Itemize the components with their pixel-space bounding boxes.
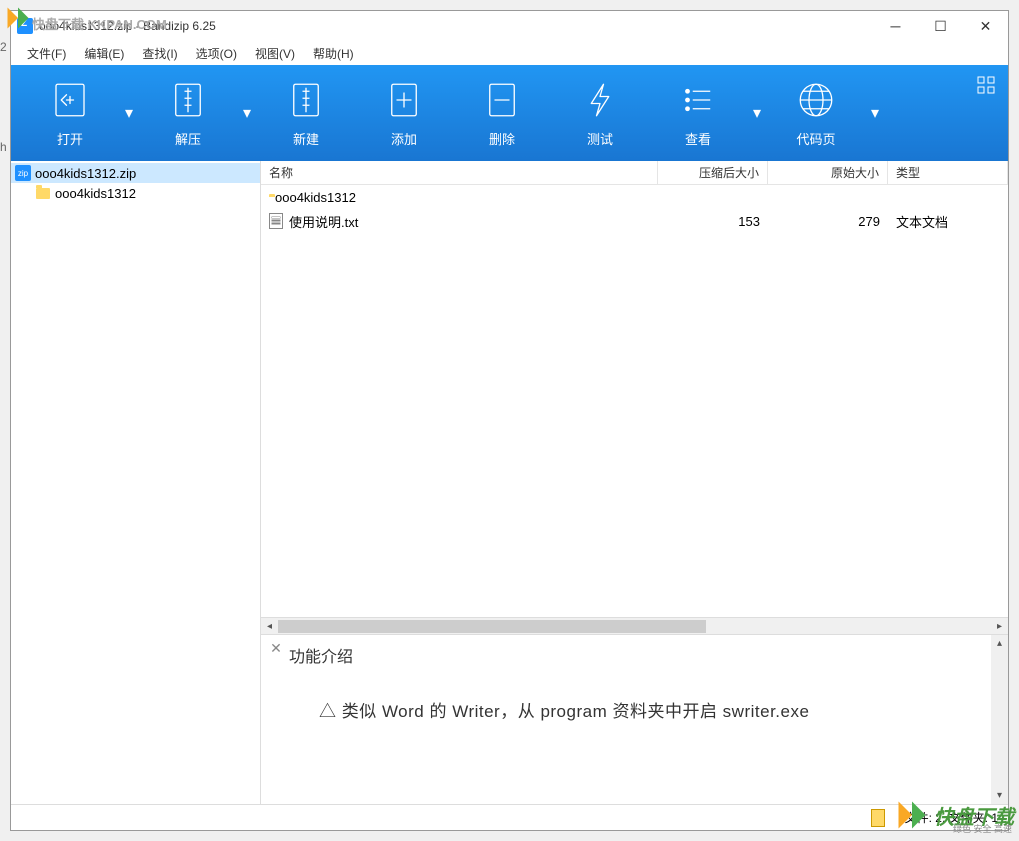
tree-child-label: ooo4kids1312 xyxy=(55,186,136,201)
toolbar-add[interactable]: 添加 xyxy=(355,68,453,158)
preview-title: 功能介绍 xyxy=(289,643,980,667)
list-row[interactable]: 使用说明.txt 153 279 文本文档 xyxy=(261,209,1008,233)
add-icon xyxy=(383,79,425,121)
column-name[interactable]: 名称 xyxy=(261,161,658,184)
toolbar-new[interactable]: 新建 xyxy=(257,68,355,158)
file-original: 279 xyxy=(768,214,888,229)
scroll-down-button[interactable]: ▾ xyxy=(991,787,1008,804)
status-bar: 文件: 2, 文件夹: 1 xyxy=(11,804,1008,830)
main-window: ooo4kids1312.zip - Bandizip 6.25 ─ ☐ ✕ 文… xyxy=(10,10,1009,831)
menu-find[interactable]: 查找(I) xyxy=(134,43,185,64)
title-bar[interactable]: ooo4kids1312.zip - Bandizip 6.25 ─ ☐ ✕ xyxy=(11,11,1008,41)
scroll-track[interactable] xyxy=(991,652,1008,787)
codepage-icon xyxy=(795,79,837,121)
toolbar-codepage[interactable]: 代码页 xyxy=(767,68,865,158)
toolbar-codepage-dropdown[interactable]: ▾ xyxy=(865,68,885,158)
test-icon xyxy=(579,79,621,121)
file-compressed: 153 xyxy=(658,214,768,229)
file-name: ooo4kids1312 xyxy=(275,190,356,205)
toolbar-test[interactable]: 测试 xyxy=(551,68,649,158)
content-area: zip ooo4kids1312.zip ooo4kids1312 名称 压缩后… xyxy=(11,161,1008,804)
menu-file[interactable]: 文件(F) xyxy=(19,43,74,64)
scroll-track[interactable] xyxy=(278,618,991,635)
archive-icon xyxy=(871,809,885,827)
folder-icon xyxy=(35,185,51,201)
column-original[interactable]: 原始大小 xyxy=(768,161,888,184)
scroll-left-button[interactable]: ◂ xyxy=(261,618,278,635)
app-icon xyxy=(17,18,33,34)
window-controls: ─ ☐ ✕ xyxy=(873,11,1008,41)
new-icon xyxy=(285,79,327,121)
file-name: 使用说明.txt xyxy=(289,212,358,231)
toolbar-open-dropdown[interactable]: ▾ xyxy=(119,68,139,158)
preview-panel: ✕ 功能介绍 △ 类似 Word 的 Writer，从 program 资料夹中… xyxy=(261,634,1008,804)
column-compressed[interactable]: 压缩后大小 xyxy=(658,161,768,184)
toolbar: 打开 ▾ 解压 ▾ 新建 添加 删除 测试 查看 ▾ xyxy=(11,65,1008,161)
toolbar-open[interactable]: 打开 xyxy=(21,68,119,158)
preview-vertical-scrollbar[interactable]: ▴ ▾ xyxy=(991,635,1008,804)
list-body[interactable]: ooo4kids1312 使用说明.txt 153 279 文本文档 xyxy=(261,185,1008,617)
tree-child-item[interactable]: ooo4kids1312 xyxy=(11,183,260,203)
menu-bar: 文件(F) 编辑(E) 查找(I) 选项(O) 视图(V) 帮助(H) xyxy=(11,41,1008,65)
tree-root-item[interactable]: zip ooo4kids1312.zip xyxy=(11,163,260,183)
toolbar-view[interactable]: 查看 xyxy=(649,68,747,158)
scroll-up-button[interactable]: ▴ xyxy=(991,635,1008,652)
open-icon xyxy=(49,79,91,121)
preview-close-button[interactable]: ✕ xyxy=(269,641,283,655)
tree-root-label: ooo4kids1312.zip xyxy=(35,166,136,181)
list-row[interactable]: ooo4kids1312 xyxy=(261,185,1008,209)
column-type[interactable]: 类型 xyxy=(888,161,1008,184)
maximize-button[interactable]: ☐ xyxy=(918,11,963,41)
toolbar-extract-dropdown[interactable]: ▾ xyxy=(237,68,257,158)
delete-icon xyxy=(481,79,523,121)
file-type: 文本文档 xyxy=(888,212,1008,231)
toolbar-menu-icon[interactable] xyxy=(976,75,996,95)
close-button[interactable]: ✕ xyxy=(963,11,1008,41)
status-text: 文件: 2, 文件夹: 1 xyxy=(905,809,998,826)
view-icon xyxy=(677,79,719,121)
extract-icon xyxy=(167,79,209,121)
menu-edit[interactable]: 编辑(E) xyxy=(76,43,132,64)
toolbar-delete[interactable]: 删除 xyxy=(453,68,551,158)
horizontal-scrollbar[interactable]: ◂ ▸ xyxy=(261,617,1008,634)
menu-options[interactable]: 选项(O) xyxy=(188,43,245,64)
tree-panel[interactable]: zip ooo4kids1312.zip ooo4kids1312 xyxy=(11,161,261,804)
list-panel: 名称 压缩后大小 原始大小 类型 ooo4kids1312 xyxy=(261,161,1008,804)
preview-body: △ 类似 Word 的 Writer，从 program 资料夹中开启 swri… xyxy=(289,697,980,722)
toolbar-view-dropdown[interactable]: ▾ xyxy=(747,68,767,158)
menu-view[interactable]: 视图(V) xyxy=(247,43,303,64)
window-title: ooo4kids1312.zip - Bandizip 6.25 xyxy=(39,19,873,33)
zip-icon: zip xyxy=(15,165,31,181)
minimize-button[interactable]: ─ xyxy=(873,11,918,41)
scroll-right-button[interactable]: ▸ xyxy=(991,618,1008,635)
list-header: 名称 压缩后大小 原始大小 类型 xyxy=(261,161,1008,185)
menu-help[interactable]: 帮助(H) xyxy=(305,43,362,64)
scroll-thumb[interactable] xyxy=(278,620,706,633)
text-file-icon xyxy=(269,213,283,229)
toolbar-extract[interactable]: 解压 xyxy=(139,68,237,158)
